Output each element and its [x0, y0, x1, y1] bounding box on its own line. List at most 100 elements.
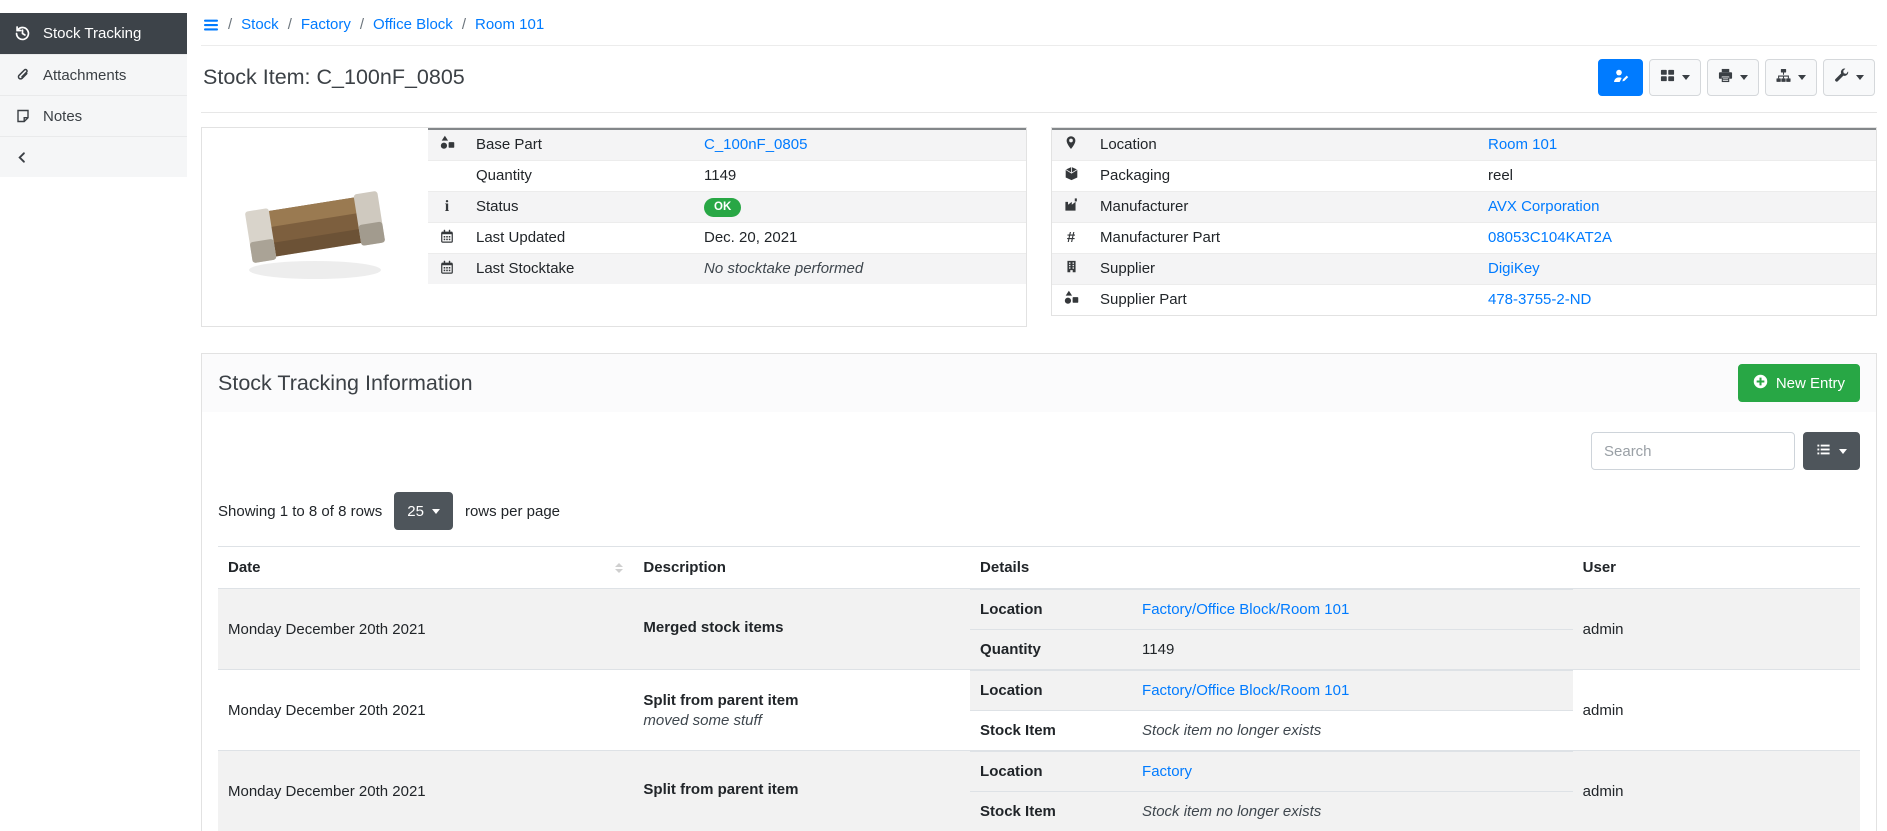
- table-row: Quantity 1149: [428, 160, 1026, 191]
- note-icon: [13, 108, 32, 124]
- entry-user: admin: [1573, 751, 1860, 831]
- menu-icon[interactable]: [203, 17, 219, 33]
- column-header-details[interactable]: Details: [970, 547, 1573, 589]
- detail-label: Status: [466, 191, 694, 222]
- supplier-link[interactable]: DigiKey: [1488, 260, 1540, 277]
- main-content: / Stock / Factory / Office Block / Room …: [187, 0, 1887, 831]
- table-row[interactable]: Monday December 20th 2021 Split from par…: [218, 670, 1860, 751]
- title-row: Stock Item: C_100nF_0805: [201, 46, 1877, 96]
- new-entry-button[interactable]: New Entry: [1738, 364, 1860, 402]
- industry-icon: [1052, 191, 1090, 222]
- table-row[interactable]: Monday December 20th 2021 Merged stock i…: [218, 589, 1860, 670]
- column-header-description[interactable]: Description: [633, 547, 970, 589]
- info-icon: i: [428, 191, 466, 222]
- header-toolbar: [1598, 59, 1875, 96]
- stock-summary-card: Base Part C_100nF_0805 Quantity 1149 i S…: [201, 127, 1027, 327]
- entry-date: Monday December 20th 2021: [218, 670, 633, 751]
- sidebar-item-attachments[interactable]: Attachments: [0, 54, 187, 95]
- breadcrumb-link-room-101[interactable]: Room 101: [475, 16, 544, 33]
- detail-label: Location: [970, 752, 1132, 792]
- detail-value: 1149: [1132, 630, 1573, 670]
- table-row: Last Updated Dec. 20, 2021: [428, 222, 1026, 253]
- printer-icon: [1718, 68, 1733, 87]
- location-link[interactable]: Factory/Office Block/Room 101: [1142, 601, 1349, 618]
- manufacturer-part-link[interactable]: 08053C104KAT2A: [1488, 229, 1612, 246]
- search-input[interactable]: [1591, 432, 1795, 470]
- supplier-part-link[interactable]: 478-3755-2-ND: [1488, 291, 1591, 308]
- manufacturer-link[interactable]: AVX Corporation: [1488, 198, 1599, 215]
- breadcrumb-separator: /: [360, 16, 364, 33]
- detail-value: Stock item no longer exists: [1132, 711, 1573, 751]
- building-icon: [1052, 253, 1090, 284]
- chevron-down-icon: [1839, 449, 1847, 454]
- search-row: [218, 432, 1860, 470]
- status-badge: OK: [704, 198, 741, 217]
- quantity-value: 1149: [694, 160, 1026, 191]
- table-row[interactable]: Monday December 20th 2021 Split from par…: [218, 751, 1860, 831]
- user-edit-button[interactable]: [1598, 59, 1643, 96]
- sidebar-item-notes[interactable]: Notes: [0, 95, 187, 136]
- detail-label: Last Stocktake: [466, 253, 694, 284]
- section-body: Showing 1 to 8 of 8 rows 25 rows per pag…: [202, 412, 1876, 831]
- columns-dropdown-button[interactable]: [1803, 432, 1860, 470]
- breadcrumb-separator: /: [228, 16, 232, 33]
- breadcrumb-link-factory[interactable]: Factory: [301, 16, 351, 33]
- location-link[interactable]: Factory/Office Block/Room 101: [1142, 682, 1349, 699]
- sidebar-collapse-button[interactable]: [0, 136, 187, 177]
- divider: [201, 112, 1877, 113]
- page-title: Stock Item: C_100nF_0805: [203, 65, 465, 90]
- stock-summary-table: Base Part C_100nF_0805 Quantity 1149 i S…: [428, 128, 1026, 284]
- detail-label: Location: [1090, 129, 1478, 160]
- detail-label: Last Updated: [466, 222, 694, 253]
- paperclip-icon: [13, 67, 32, 83]
- entry-user: admin: [1573, 670, 1860, 751]
- detail-label: Stock Item: [970, 792, 1132, 831]
- breadcrumb-separator: /: [462, 16, 466, 33]
- breadcrumb-link-office-block[interactable]: Office Block: [373, 16, 453, 33]
- map-marker-icon: [1052, 129, 1090, 160]
- page: Stock Tracking Attachments Notes /: [0, 0, 1887, 831]
- list-icon: [1816, 442, 1831, 461]
- sidebar-item-label: Attachments: [43, 67, 126, 84]
- location-link[interactable]: Room 101: [1488, 136, 1557, 153]
- sitemap-dropdown-button[interactable]: [1765, 59, 1817, 96]
- box-icon: [1052, 160, 1090, 191]
- section-header: Stock Tracking Information New Entry: [202, 354, 1876, 412]
- last-stocktake-value: No stocktake performed: [694, 253, 1026, 284]
- detail-label: Supplier: [1090, 253, 1478, 284]
- table-row: Packaging reel: [1052, 160, 1876, 191]
- chevron-down-icon: [1740, 75, 1748, 80]
- part-thumbnail[interactable]: [202, 128, 428, 326]
- location-link[interactable]: Factory: [1142, 763, 1192, 780]
- calendar-icon: [428, 253, 466, 284]
- table-row: i Status OK: [428, 191, 1026, 222]
- chevron-down-icon: [1682, 75, 1690, 80]
- base-part-link[interactable]: C_100nF_0805: [704, 136, 807, 153]
- entry-note: moved some stuff: [643, 712, 960, 729]
- calendar-icon: [428, 222, 466, 253]
- sort-icon[interactable]: [615, 563, 623, 573]
- stock-location-card: Location Room 101 Packaging reel: [1051, 127, 1877, 316]
- grid-dropdown-button[interactable]: [1649, 59, 1701, 96]
- sitemap-icon: [1776, 68, 1791, 87]
- last-updated-value: Dec. 20, 2021: [694, 222, 1026, 253]
- tools-dropdown-button[interactable]: [1823, 59, 1875, 96]
- sidebar-item-stock-tracking[interactable]: Stock Tracking: [0, 13, 187, 54]
- grid-icon: [1660, 68, 1675, 87]
- print-dropdown-button[interactable]: [1707, 59, 1759, 96]
- table-row: Supplier DigiKey: [1052, 253, 1876, 284]
- page-size-dropdown[interactable]: 25: [394, 492, 453, 530]
- detail-label: Packaging: [1090, 160, 1478, 191]
- detail-label: Manufacturer: [1090, 191, 1478, 222]
- column-header-date[interactable]: Date: [218, 547, 633, 589]
- detail-label: Stock Item: [970, 711, 1132, 751]
- chevron-down-icon: [432, 509, 440, 514]
- chevron-down-icon: [1856, 75, 1864, 80]
- detail-label: Base Part: [466, 129, 694, 160]
- detail-label: Quantity: [466, 160, 694, 191]
- column-header-user[interactable]: User: [1573, 547, 1860, 589]
- breadcrumb-link-stock[interactable]: Stock: [241, 16, 279, 33]
- chevron-down-icon: [1798, 75, 1806, 80]
- table-row: Supplier Part 478-3755-2-ND: [1052, 284, 1876, 315]
- entry-details-table: LocationFactory/Office Block/Room 101 St…: [970, 670, 1573, 750]
